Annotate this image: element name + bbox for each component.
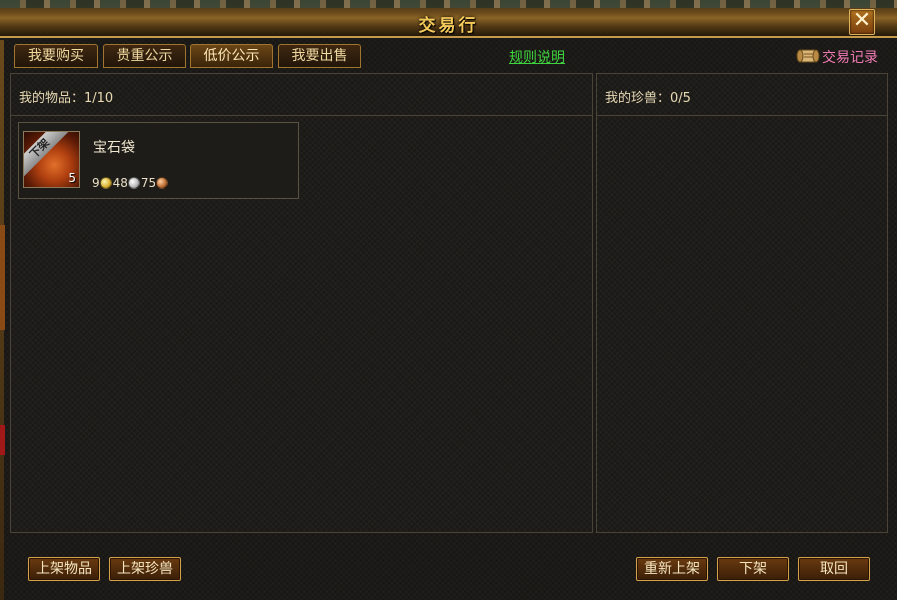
my-items-header: 我的物品：1/10 xyxy=(11,74,592,116)
close-icon: ✕ xyxy=(852,8,872,33)
close-button[interactable]: ✕ xyxy=(849,9,875,35)
delisted-badge: 下架 xyxy=(24,132,69,178)
my-pets-count: 我的珍兽：0/5 xyxy=(605,91,691,106)
title-bar: 交易行 ✕ xyxy=(0,0,897,38)
tab-sell[interactable]: 我要出售 xyxy=(278,44,361,68)
gold-coin-icon xyxy=(99,176,112,189)
list-item-button[interactable]: 上架物品 xyxy=(28,557,100,581)
window-title: 交易行 xyxy=(418,16,479,36)
relist-button[interactable]: 重新上架 xyxy=(636,557,708,581)
silver-coin-icon xyxy=(127,176,140,189)
copper-coin-icon xyxy=(156,176,169,189)
rules-link[interactable]: 规则说明 xyxy=(509,47,565,67)
gem-bag-icon: 下架 5 xyxy=(23,131,80,188)
tab-low-price-notice[interactable]: 低价公示 xyxy=(190,44,273,68)
scroll-icon xyxy=(796,49,820,63)
item-price: 9 48 75 xyxy=(92,175,169,191)
my-items-count: 我的物品：1/10 xyxy=(19,91,114,106)
price-silver: 48 xyxy=(112,175,128,190)
left-edge-marker xyxy=(0,425,5,455)
price-copper: 75 xyxy=(140,175,157,190)
my-pets-header: 我的珍兽：0/5 xyxy=(597,74,887,116)
item-name: 宝石袋 xyxy=(93,140,135,156)
tab-buy[interactable]: 我要购买 xyxy=(14,44,98,68)
item-card[interactable]: 下架 5 宝石袋 9 48 75 xyxy=(18,122,299,199)
my-pets-panel: 我的珍兽：0/5 xyxy=(596,73,888,533)
list-pet-button[interactable]: 上架珍兽 xyxy=(109,557,181,581)
tab-valuable-notice[interactable]: 贵重公示 xyxy=(103,44,186,68)
delist-button[interactable]: 下架 xyxy=(717,557,789,581)
retrieve-button[interactable]: 取回 xyxy=(798,557,870,581)
price-gold: 9 xyxy=(92,175,100,190)
left-edge-tab xyxy=(0,225,5,330)
item-stack-count: 5 xyxy=(68,171,76,185)
trade-record-label: 交易记录 xyxy=(822,50,878,66)
